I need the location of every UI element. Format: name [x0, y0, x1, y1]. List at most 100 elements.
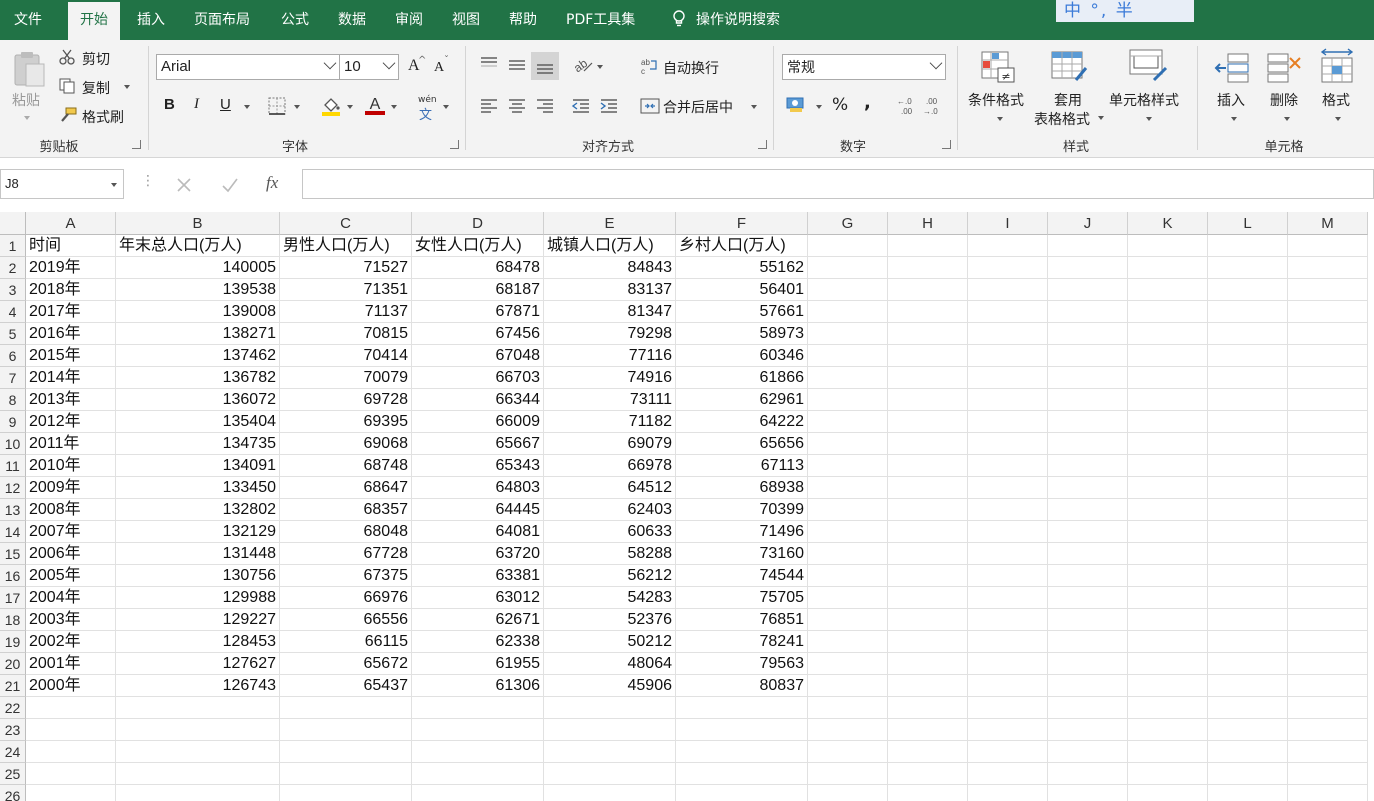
cell-h20[interactable]	[888, 653, 968, 675]
cell-m22[interactable]	[1288, 697, 1368, 719]
cell-i2[interactable]	[968, 257, 1048, 279]
cell-g2[interactable]	[808, 257, 888, 279]
cell-j15[interactable]	[1048, 543, 1128, 565]
cell-k21[interactable]	[1128, 675, 1208, 697]
cell-a17[interactable]: 2004年	[26, 587, 116, 609]
cell-h24[interactable]	[888, 741, 968, 763]
cell-l11[interactable]	[1208, 455, 1288, 477]
cell-f4[interactable]: 57661	[676, 301, 808, 323]
cell-h21[interactable]	[888, 675, 968, 697]
cell-j17[interactable]	[1048, 587, 1128, 609]
cell-l22[interactable]	[1208, 697, 1288, 719]
cell-d17[interactable]: 63012	[412, 587, 544, 609]
cell-d24[interactable]	[412, 741, 544, 763]
cell-h3[interactable]	[888, 279, 968, 301]
cell-j25[interactable]	[1048, 763, 1128, 785]
column-header-g[interactable]: G	[808, 212, 888, 235]
comma-style-button[interactable]: ,	[864, 92, 871, 113]
cell-c8[interactable]: 69728	[280, 389, 412, 411]
column-header-f[interactable]: F	[676, 212, 808, 235]
cell-g19[interactable]	[808, 631, 888, 653]
cell-l9[interactable]	[1208, 411, 1288, 433]
cell-j16[interactable]	[1048, 565, 1128, 587]
cell-d5[interactable]: 67456	[412, 323, 544, 345]
cell-f23[interactable]	[676, 719, 808, 741]
cell-a23[interactable]	[26, 719, 116, 741]
cell-m26[interactable]	[1288, 785, 1368, 801]
cell-f13[interactable]: 70399	[676, 499, 808, 521]
cell-h1[interactable]	[888, 235, 968, 257]
row-header-15[interactable]: 15	[0, 543, 26, 565]
fill-color-icon[interactable]	[320, 95, 342, 121]
cell-k10[interactable]	[1128, 433, 1208, 455]
cell-m20[interactable]	[1288, 653, 1368, 675]
cell-c16[interactable]: 67375	[280, 565, 412, 587]
cell-styles-dropdown[interactable]	[1146, 117, 1152, 121]
align-left-icon[interactable]	[479, 98, 499, 118]
cell-g22[interactable]	[808, 697, 888, 719]
cell-b23[interactable]	[116, 719, 280, 741]
cell-g21[interactable]	[808, 675, 888, 697]
cell-e11[interactable]: 66978	[544, 455, 676, 477]
row-header-5[interactable]: 5	[0, 323, 26, 345]
format-as-table-dropdown[interactable]	[1098, 116, 1104, 120]
cell-c6[interactable]: 70414	[280, 345, 412, 367]
cell-f18[interactable]: 76851	[676, 609, 808, 631]
cell-l3[interactable]	[1208, 279, 1288, 301]
cell-a1[interactable]: 时间	[26, 235, 116, 257]
cell-l12[interactable]	[1208, 477, 1288, 499]
cell-h12[interactable]	[888, 477, 968, 499]
cell-l21[interactable]	[1208, 675, 1288, 697]
cell-b20[interactable]: 127627	[116, 653, 280, 675]
tab-file[interactable]: 文件	[2, 0, 54, 40]
cell-e24[interactable]	[544, 741, 676, 763]
cell-e20[interactable]: 48064	[544, 653, 676, 675]
orientation-dropdown[interactable]	[597, 65, 603, 69]
cell-d25[interactable]	[412, 763, 544, 785]
cell-m13[interactable]	[1288, 499, 1368, 521]
cell-a10[interactable]: 2011年	[26, 433, 116, 455]
cell-a25[interactable]	[26, 763, 116, 785]
cell-h14[interactable]	[888, 521, 968, 543]
cell-g25[interactable]	[808, 763, 888, 785]
column-header-b[interactable]: B	[116, 212, 280, 235]
column-header-h[interactable]: H	[888, 212, 968, 235]
cell-a5[interactable]: 2016年	[26, 323, 116, 345]
align-middle-icon[interactable]	[507, 56, 527, 78]
cell-h4[interactable]	[888, 301, 968, 323]
cell-b5[interactable]: 138271	[116, 323, 280, 345]
cell-f10[interactable]: 65656	[676, 433, 808, 455]
cell-i10[interactable]	[968, 433, 1048, 455]
cell-g12[interactable]	[808, 477, 888, 499]
delete-cells-button[interactable]: 删除	[1270, 90, 1298, 110]
cell-l24[interactable]	[1208, 741, 1288, 763]
cell-j5[interactable]	[1048, 323, 1128, 345]
cell-j21[interactable]	[1048, 675, 1128, 697]
cell-a18[interactable]: 2003年	[26, 609, 116, 631]
cell-c15[interactable]: 67728	[280, 543, 412, 565]
cell-a3[interactable]: 2018年	[26, 279, 116, 301]
cell-m21[interactable]	[1288, 675, 1368, 697]
cell-e10[interactable]: 69079	[544, 433, 676, 455]
cell-j26[interactable]	[1048, 785, 1128, 801]
cell-b10[interactable]: 134735	[116, 433, 280, 455]
cell-j18[interactable]	[1048, 609, 1128, 631]
cell-i24[interactable]	[968, 741, 1048, 763]
cell-k20[interactable]	[1128, 653, 1208, 675]
cell-b4[interactable]: 139008	[116, 301, 280, 323]
cell-e22[interactable]	[544, 697, 676, 719]
cell-g7[interactable]	[808, 367, 888, 389]
cell-e13[interactable]: 62403	[544, 499, 676, 521]
cell-a4[interactable]: 2017年	[26, 301, 116, 323]
cell-g16[interactable]	[808, 565, 888, 587]
decrease-indent-icon[interactable]	[571, 98, 591, 118]
insert-dropdown[interactable]	[1231, 117, 1237, 121]
cell-c1[interactable]: 男性人口(万人)	[280, 235, 412, 257]
cell-m1[interactable]	[1288, 235, 1368, 257]
cell-d2[interactable]: 68478	[412, 257, 544, 279]
cell-g4[interactable]	[808, 301, 888, 323]
cell-c20[interactable]: 65672	[280, 653, 412, 675]
merge-center-button[interactable]: 合并后居中	[663, 97, 733, 117]
cell-c23[interactable]	[280, 719, 412, 741]
row-header-21[interactable]: 21	[0, 675, 26, 697]
